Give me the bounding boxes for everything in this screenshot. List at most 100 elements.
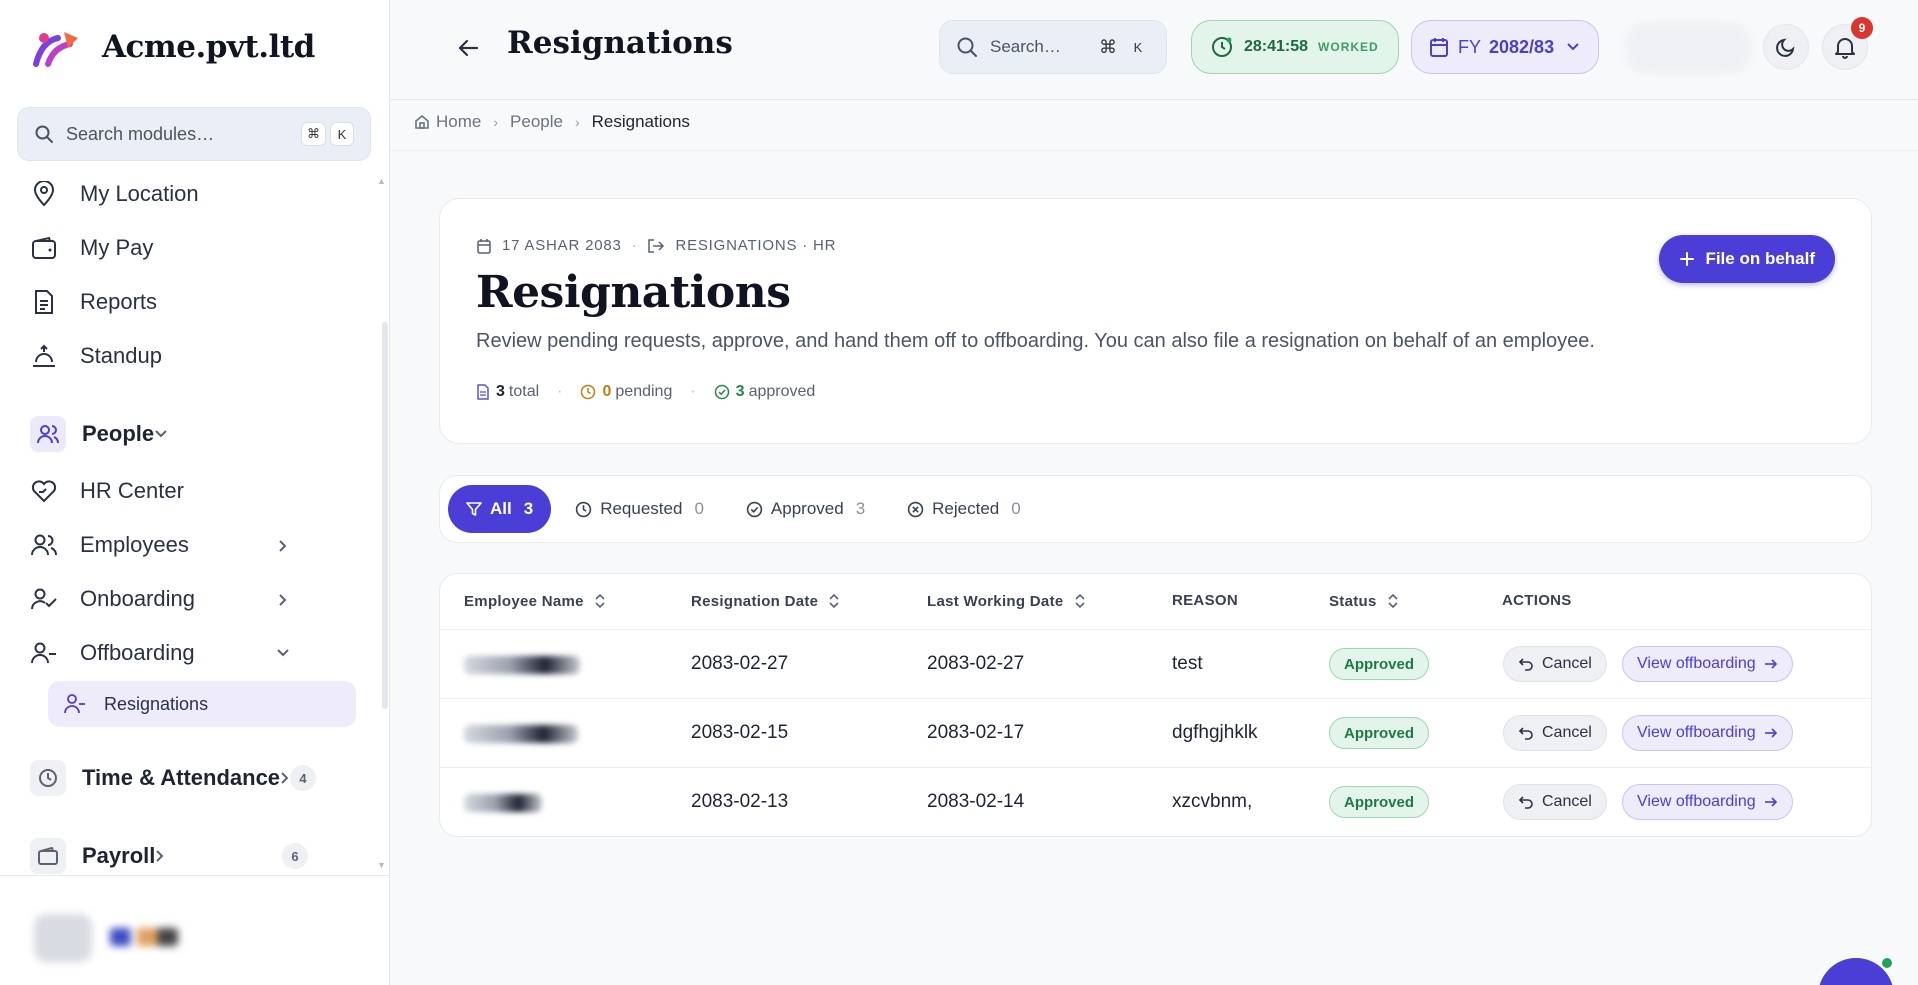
sidebar-item-my-location[interactable]: My Location	[30, 174, 199, 214]
calendar-icon	[1430, 38, 1448, 57]
work-timer[interactable]: 28:41:58 WORKED	[1191, 20, 1399, 74]
breadcrumb-current: Resignations	[591, 112, 690, 131]
user-profile-footer[interactable]	[0, 875, 390, 985]
filter-count: 3	[523, 499, 534, 518]
home-icon	[415, 114, 429, 129]
sidebar-subitem-resignations[interactable]: Resignations	[48, 681, 356, 727]
stat-pending-count: 0	[602, 383, 612, 400]
user-name-redacted	[110, 928, 178, 946]
header-meta: 17 ASHAR 2083 · RESIGNATIONS · HR	[476, 237, 836, 254]
chevron-right-icon	[279, 540, 287, 552]
arrow-right-icon	[1764, 659, 1777, 669]
filter-label: Requested	[600, 499, 683, 518]
chevron-right-icon	[281, 772, 289, 784]
filter-icon	[466, 502, 482, 516]
sidebar-item-employees[interactable]: Employees	[30, 525, 296, 565]
stat-approved-label: approved	[748, 383, 816, 400]
cancel-button[interactable]: Cancel	[1503, 646, 1607, 682]
table-row: 2083-02-15 2083-02-17 dgfhgjhklk Approve…	[440, 699, 1871, 768]
exit-icon	[648, 238, 665, 253]
file-on-behalf-label: File on behalf	[1705, 249, 1815, 268]
reason: xzcvbnm,	[1172, 791, 1253, 812]
file-on-behalf-button[interactable]: File on behalf	[1659, 235, 1835, 283]
map-pin-icon	[30, 180, 58, 208]
search-icon	[957, 37, 977, 57]
sidebar-item-offboarding[interactable]: Offboarding	[30, 633, 296, 673]
sidebar-group-people[interactable]: People	[30, 414, 346, 454]
header-title: Resignations	[476, 267, 791, 318]
page-title: Resignations	[507, 25, 733, 61]
last-working-date: 2083-02-17	[927, 722, 1025, 743]
breadcrumb-home-label: Home	[436, 112, 482, 131]
cancel-button[interactable]: Cancel	[1503, 715, 1607, 751]
sort-icon	[1388, 593, 1398, 609]
undo-icon	[1518, 796, 1533, 809]
view-offboarding-button[interactable]: View offboarding	[1622, 646, 1793, 682]
last-working-date: 2083-02-14	[927, 791, 1025, 812]
cancel-button[interactable]: Cancel	[1503, 784, 1607, 820]
resignation-date: 2083-02-27	[691, 653, 789, 674]
avatar	[34, 914, 92, 962]
fiscal-year-select[interactable]: FY 2082/83	[1411, 20, 1599, 74]
sidebar-item-standup[interactable]: Standup	[30, 336, 162, 376]
filter-all[interactable]: All 3	[448, 485, 552, 533]
fy-value: 2082/83	[1489, 36, 1555, 57]
scroll-down-arrow-icon[interactable]: ▼	[377, 860, 386, 870]
notifications-button[interactable]: 9	[1822, 17, 1873, 70]
employee-name-redacted	[464, 656, 580, 674]
stat-total-count: 3	[496, 383, 505, 400]
back-button[interactable]	[450, 30, 486, 66]
column-label: Employee Name	[464, 592, 584, 610]
column-header-employee-name[interactable]: Employee Name	[464, 592, 606, 610]
column-header-last-working-date[interactable]: Last Working Date	[927, 592, 1086, 610]
sidebar-group-time-attendance[interactable]: Time & Attendance 4	[30, 758, 350, 798]
shortcut-cmd: ⌘	[1099, 36, 1117, 57]
stat-pending: 0 pending	[580, 383, 672, 401]
sidebar-item-onboarding[interactable]: Onboarding	[30, 579, 296, 619]
stat-approved-count: 3	[735, 383, 745, 400]
breadcrumb-parent[interactable]: People	[510, 112, 563, 132]
wallet-icon	[30, 838, 66, 874]
user-check-icon	[30, 585, 58, 613]
global-search-input[interactable]: Search… ⌘ K	[939, 20, 1167, 74]
separator-dot: ·	[690, 383, 696, 400]
wallet-icon	[30, 234, 58, 262]
sidebar-scrollbar[interactable]	[382, 322, 388, 709]
people-icon	[30, 416, 66, 452]
separator-dot: ·	[557, 383, 563, 400]
clock-icon	[581, 384, 596, 400]
check-circle-icon	[714, 384, 729, 400]
arrow-right-icon	[1764, 797, 1777, 807]
cancel-label: Cancel	[1542, 724, 1592, 741]
filter-rejected[interactable]: Rejected 0	[889, 485, 1039, 533]
undo-icon	[1518, 658, 1533, 671]
sidebar-item-reports[interactable]: Reports	[30, 282, 157, 322]
page-header-card: 17 ASHAR 2083 · RESIGNATIONS · HR Resign…	[439, 198, 1872, 444]
sidebar-item-label: My Pay	[80, 235, 154, 260]
user-avatar-redacted[interactable]	[1626, 22, 1750, 74]
filter-approved[interactable]: Approved 3	[728, 485, 883, 533]
scroll-up-arrow-icon[interactable]: ▲	[377, 176, 386, 186]
breadcrumb-home[interactable]: Home	[414, 112, 481, 132]
sidebar-group-payroll[interactable]: Payroll 6	[30, 836, 342, 876]
column-label: Last Working Date	[927, 592, 1064, 610]
column-header-status[interactable]: Status	[1329, 592, 1399, 610]
brand[interactable]: Acme.pvt.ltd	[30, 24, 315, 70]
sort-icon	[829, 593, 839, 609]
online-status-dot	[1880, 956, 1894, 970]
module-search-input[interactable]: Search modules… ⌘ K	[17, 107, 371, 161]
sidebar-item-my-pay[interactable]: My Pay	[30, 228, 153, 268]
theme-toggle-button[interactable]	[1763, 24, 1809, 70]
filter-requested[interactable]: Requested 0	[557, 485, 722, 533]
document-icon	[30, 288, 58, 316]
status-badge: Approved	[1329, 786, 1430, 818]
header-section: RESIGNATIONS · HR	[675, 237, 837, 254]
chevron-right-icon: ›	[493, 114, 499, 130]
resignations-table: Employee Name Resignation Date Last Work…	[439, 573, 1872, 837]
view-offboarding-button[interactable]: View offboarding	[1622, 715, 1793, 751]
column-header-resignation-date[interactable]: Resignation Date	[691, 592, 840, 610]
sidebar-item-hr-center[interactable]: HR Center	[30, 471, 184, 511]
view-offboarding-button[interactable]: View offboarding	[1622, 784, 1793, 820]
sidebar-item-label: Employees	[80, 532, 189, 557]
clock-icon	[30, 760, 66, 796]
